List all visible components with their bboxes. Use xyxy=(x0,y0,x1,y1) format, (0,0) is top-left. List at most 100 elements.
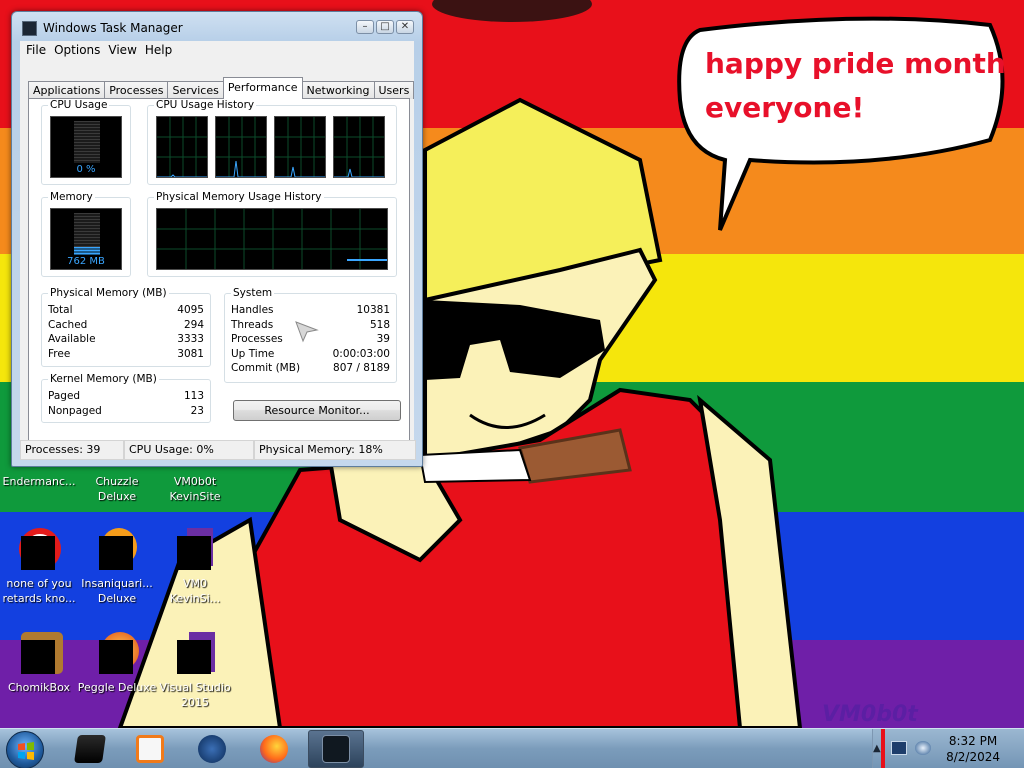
memory-history-title: Physical Memory Usage History xyxy=(154,191,324,203)
tray-red-bar xyxy=(881,729,885,768)
menu-view[interactable]: View xyxy=(108,43,144,57)
stat-label: Available xyxy=(48,333,96,345)
stat-value: 518 xyxy=(369,319,390,331)
menu-bar: File Options View Help xyxy=(20,41,414,59)
taskbar-thunderbird[interactable] xyxy=(184,730,240,768)
taskbar-file-explorer[interactable] xyxy=(62,730,118,768)
memory-meter-track xyxy=(74,213,100,255)
cpu-history-core-2 xyxy=(215,116,267,178)
desktop-icon-insaniquarium[interactable]: Insaniquari... Deluxe xyxy=(76,528,158,606)
desktop-icon-peggle[interactable]: Peggle Deluxe xyxy=(76,632,158,695)
status-memory: Physical Memory: 18% xyxy=(254,440,416,460)
task-manager-window[interactable]: Windows Task Manager – □ ✕ File Options … xyxy=(11,11,423,467)
stat-row-uptime: Up Time 0:00:03:00 xyxy=(231,348,390,362)
status-processes: Processes: 39 xyxy=(20,440,124,460)
stat-row-paged: Paged 113 xyxy=(48,390,204,404)
media-player-icon xyxy=(136,735,164,763)
tab-performance[interactable]: Performance xyxy=(222,77,303,99)
performance-panel: CPU Usage 0 % CPU Usage History Memory 7… xyxy=(28,98,410,442)
stat-row-cached: Cached 294 xyxy=(48,319,204,333)
memory-meter: 762 MB xyxy=(50,208,122,270)
cpu-usage-title: CPU Usage xyxy=(48,99,110,111)
tab-strip: Applications Processes Services Performa… xyxy=(28,77,415,99)
desktop-icon-label: ChomikBox xyxy=(8,681,70,694)
task-manager-icon xyxy=(322,735,350,763)
tab-users[interactable]: Users xyxy=(373,81,415,99)
desktop-icon-label: Endermanc... xyxy=(2,475,76,488)
peggle-icon xyxy=(95,632,139,676)
memory-history-group: Physical Memory Usage History xyxy=(147,191,397,277)
memory-history-graph xyxy=(156,208,388,270)
menu-options[interactable]: Options xyxy=(54,43,108,57)
resource-monitor-button[interactable]: Resource Monitor... xyxy=(233,400,401,421)
cpu-history-core-4 xyxy=(333,116,385,178)
physical-memory-title: Physical Memory (MB) xyxy=(48,287,169,299)
desktop-icon-label: none of you retards kno... xyxy=(2,577,76,605)
clock-time: 8:32 PM xyxy=(948,734,998,748)
notification-area: ▲ 8:32 PM 8/2/2024 xyxy=(872,729,1024,768)
memory-title: Memory xyxy=(48,191,95,203)
tab-processes[interactable]: Processes xyxy=(104,81,169,99)
cpu-meter-bars xyxy=(74,121,100,163)
stat-value: 294 xyxy=(183,319,204,331)
menu-help[interactable]: Help xyxy=(145,43,180,57)
taskbar-firefox[interactable] xyxy=(246,730,302,768)
cpu-history-core-3 xyxy=(274,116,326,178)
file-explorer-icon xyxy=(74,735,106,763)
stat-label: Processes xyxy=(231,333,283,345)
maximize-button[interactable]: □ xyxy=(376,20,394,34)
system-title: System xyxy=(231,287,275,299)
speech-bubble-text: happy pride month everyone! xyxy=(705,42,1006,130)
stat-label: Total xyxy=(48,304,73,316)
stat-label: Free xyxy=(48,348,71,360)
stat-row-free: Free 3081 xyxy=(48,348,204,362)
stat-value: 10381 xyxy=(356,304,390,316)
tab-services[interactable]: Services xyxy=(167,81,224,99)
stat-value: 0:00:03:00 xyxy=(332,348,390,360)
desktop-icon-chomikbox[interactable]: ChomikBox xyxy=(0,632,80,695)
minimize-button[interactable]: – xyxy=(356,20,374,34)
thunderbird-icon xyxy=(198,735,226,763)
stat-row-available: Available 3333 xyxy=(48,333,204,347)
volume-icon[interactable] xyxy=(915,741,931,755)
desktop-icon-visual-studio[interactable]: Visual Studio 2015 xyxy=(154,632,236,710)
taskbar-media-player[interactable] xyxy=(122,730,178,768)
action-center-icon[interactable] xyxy=(891,741,907,755)
visual-studio-icon xyxy=(173,632,217,676)
memory-group: Memory 762 MB xyxy=(41,191,131,277)
desktop-icon-label: Visual Studio 2015 xyxy=(159,681,231,709)
show-hidden-icons-icon[interactable]: ▲ xyxy=(873,743,881,754)
insaniquarium-icon xyxy=(95,528,139,572)
taskbar-task-manager[interactable] xyxy=(308,730,364,768)
menu-file[interactable]: File xyxy=(26,43,54,57)
cpu-history-title: CPU Usage History xyxy=(154,99,257,111)
desktop-icon-opera[interactable]: none of you retards kno... xyxy=(0,528,80,606)
physical-memory-group: Physical Memory (MB) Total 4095 Cached 294… xyxy=(41,287,211,367)
window-title: Windows Task Manager xyxy=(43,21,183,35)
cpu-usage-group: CPU Usage 0 % xyxy=(41,99,131,185)
cpu-usage-meter: 0 % xyxy=(50,116,122,178)
speech-line-1: happy pride month xyxy=(705,47,1006,80)
start-button[interactable] xyxy=(6,731,44,768)
stat-label: Cached xyxy=(48,319,88,331)
stat-value: 807 / 8189 xyxy=(333,362,390,374)
close-button[interactable]: ✕ xyxy=(396,20,414,34)
stat-value: 39 xyxy=(376,333,390,345)
mouse-cursor-icon xyxy=(295,321,319,343)
window-titlebar[interactable]: Windows Task Manager xyxy=(22,18,183,38)
tab-applications[interactable]: Applications xyxy=(28,81,106,99)
desktop-icon-endermanch[interactable]: Endermanc... xyxy=(0,474,80,489)
stat-value: 3333 xyxy=(177,333,204,345)
desktop-icon-vm-kevinsite[interactable]: VM0b0t KevinSite xyxy=(154,474,236,504)
system-clock[interactable]: 8:32 PM 8/2/2024 xyxy=(946,733,1000,765)
stat-label: Handles xyxy=(231,304,274,316)
task-manager-app-icon xyxy=(22,20,37,36)
cpu-usage-value: 0 % xyxy=(76,164,96,175)
desktop-icon-label: VM0b0t KevinSite xyxy=(169,475,221,503)
chomikbox-icon xyxy=(17,632,63,676)
desktop-icon-chuzzle[interactable]: Chuzzle Deluxe xyxy=(76,474,158,504)
tab-networking[interactable]: Networking xyxy=(301,81,375,99)
windows-logo-icon xyxy=(18,742,34,760)
desktop-icon-vm-kevinsite-2[interactable]: VM0 KevinSi... xyxy=(154,528,236,606)
memory-meter-fill xyxy=(74,247,100,255)
